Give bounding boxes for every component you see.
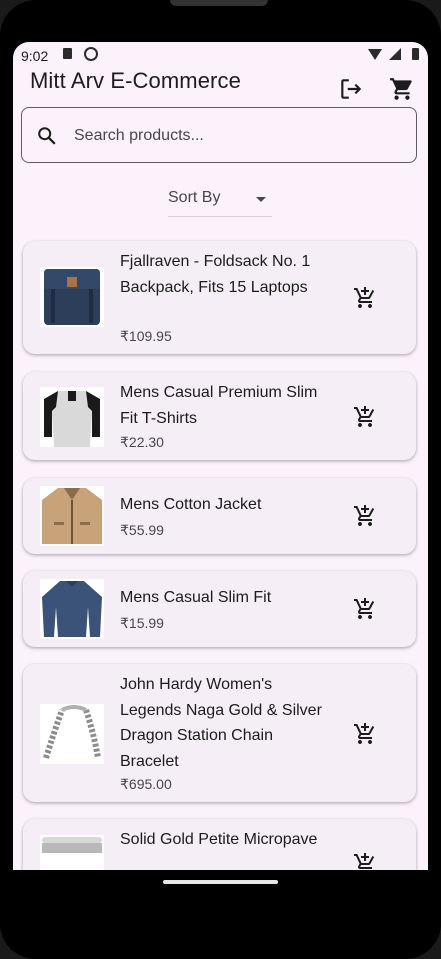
wifi-icon	[368, 49, 382, 60]
product-title: Mens Casual Slim Fit	[120, 589, 272, 606]
logout-button[interactable]	[338, 76, 364, 102]
product-image-tshirt	[40, 387, 104, 447]
product-card[interactable]: John Hardy Women's Legends Naga Gold & S…	[23, 664, 416, 802]
product-card[interactable]: Mens Casual Slim Fit ₹15.99	[23, 571, 416, 647]
product-image-ring	[40, 835, 104, 870]
home-gesture-handle[interactable]	[163, 880, 278, 884]
system-nav-bar	[0, 870, 441, 959]
sort-label: Sort By	[168, 189, 221, 206]
product-title: Mens Casual Premium Slim Fit T-Shirts	[120, 384, 318, 427]
product-card[interactable]: Solid Gold Petite Micropave	[23, 819, 416, 870]
dropdown-arrow-icon	[256, 197, 266, 202]
product-title: Fjallraven - Foldsack No. 1 Backpack, Fi…	[120, 253, 311, 296]
add-to-cart-icon[interactable]	[353, 597, 377, 621]
shopping-cart-icon	[390, 78, 412, 100]
add-to-cart-icon[interactable]	[353, 405, 377, 429]
add-to-cart-icon[interactable]	[353, 852, 377, 870]
status-time: 9:02	[21, 48, 49, 64]
search-box	[21, 107, 417, 163]
product-image-bracelet	[40, 704, 104, 764]
product-image-slim-shirt	[40, 579, 104, 639]
app-screen: 9:02 Mitt Arv E-Commerce Search products…	[13, 42, 428, 870]
cart-button[interactable]	[389, 76, 415, 102]
signal-icon	[389, 48, 401, 60]
product-card[interactable]: Fjallraven - Foldsack No. 1 Backpack, Fi…	[23, 241, 416, 354]
product-title: John Hardy Women's Legends Naga Gold & S…	[120, 676, 322, 770]
status-bar: 9:02	[13, 42, 428, 68]
sort-dropdown[interactable]: Sort By	[168, 186, 272, 217]
product-image-backpack	[40, 267, 104, 327]
phone-frame: 9:02 Mitt Arv E-Commerce Search products…	[0, 0, 441, 959]
sync-icon	[84, 47, 98, 61]
search-icon	[38, 127, 56, 145]
product-card[interactable]: Mens Casual Premium Slim Fit T-Shirts ₹2…	[23, 372, 416, 460]
add-to-cart-icon[interactable]	[353, 286, 377, 310]
add-to-cart-icon[interactable]	[353, 722, 377, 746]
product-title: Mens Cotton Jacket	[120, 496, 262, 513]
product-title: Solid Gold Petite Micropave	[120, 831, 318, 848]
product-card[interactable]: Mens Cotton Jacket ₹55.99	[23, 478, 416, 554]
app-title: Mitt Arv E-Commerce	[30, 68, 241, 93]
logout-icon	[341, 79, 362, 99]
product-price: ₹15.99	[120, 615, 164, 631]
product-price: ₹695.00	[120, 776, 172, 792]
product-image-jacket	[40, 486, 104, 546]
product-price: ₹55.99	[120, 522, 164, 538]
add-to-cart-icon[interactable]	[353, 504, 377, 528]
search-input[interactable]	[72, 118, 406, 154]
camera-notch	[170, 0, 268, 6]
battery-icon	[412, 48, 419, 60]
sd-card-icon	[63, 48, 72, 59]
product-price: ₹22.30	[120, 434, 164, 450]
product-price: ₹109.95	[120, 328, 172, 344]
